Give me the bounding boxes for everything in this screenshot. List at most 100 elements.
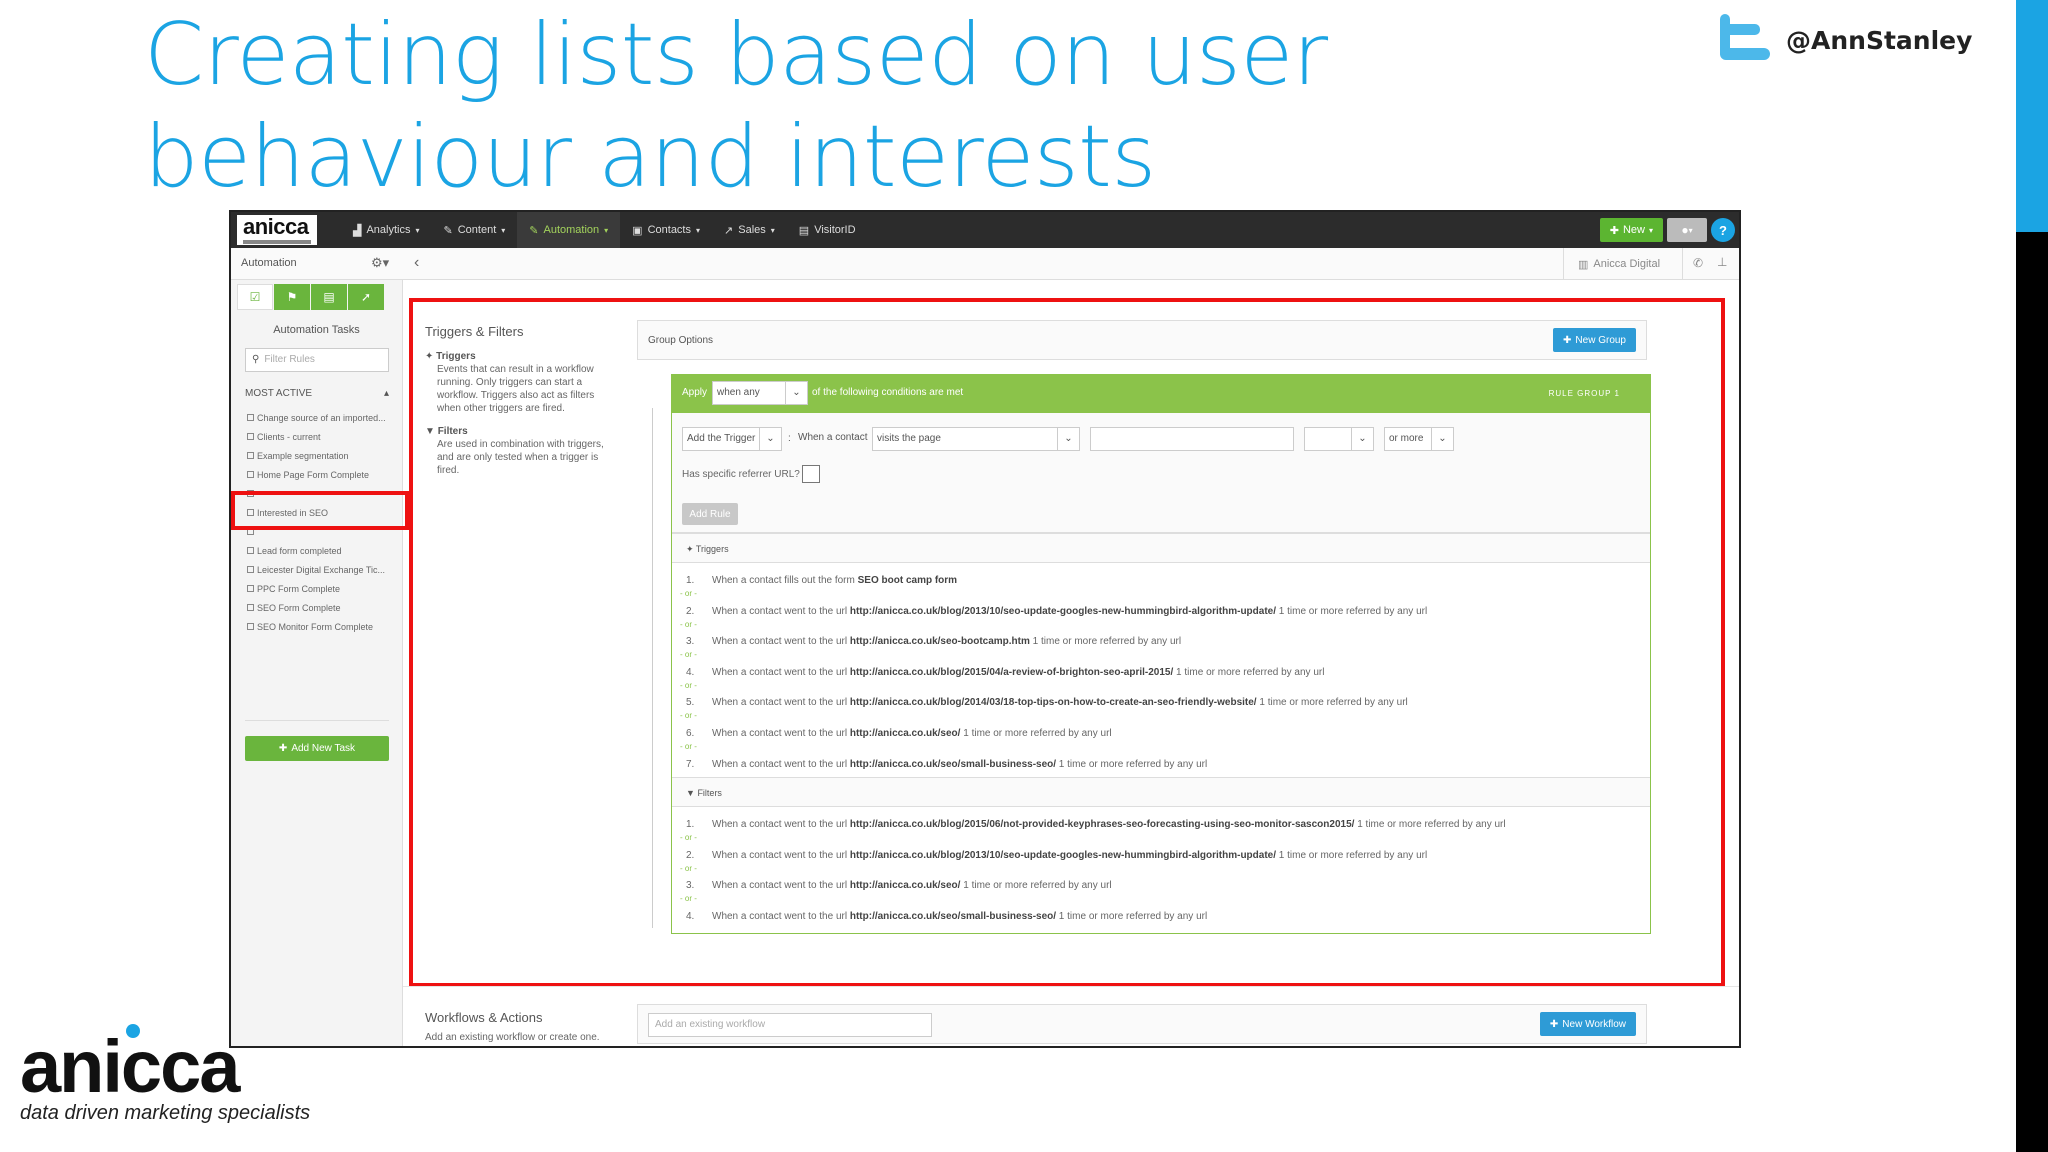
nav-contacts[interactable]: ▣ Contacts ▾ <box>620 212 712 248</box>
app-logo-text: anicca <box>243 214 309 239</box>
logo-dot <box>126 1024 140 1038</box>
contact-card-icon: ▣ <box>632 224 643 237</box>
company-name: Anicca Digital <box>1593 258 1661 270</box>
sidebar-task-item[interactable]: Change source of an imported... <box>247 408 397 427</box>
sidebar-task-label: Lead form completed <box>257 545 342 556</box>
sidebar-task-item[interactable]: Home Page Form Complete <box>247 465 397 484</box>
sidebar-task-label: Change source of an imported... <box>257 412 386 423</box>
sub-bar: Automation ⚙▾ ‹ ▥ Anicca Digital ✆ ⊥ <box>231 248 1739 280</box>
sidebar-task-item[interactable]: Lead form completed <box>247 541 397 560</box>
sidebar-task-label: Clients - current <box>257 431 321 442</box>
highlight-box-sidebar <box>231 491 409 530</box>
sidebar-tabs: ☑ ⚑ ▤ ➚ <box>237 284 384 310</box>
tab-flags[interactable]: ⚑ <box>274 284 310 310</box>
nav-label: Analytics <box>366 224 411 236</box>
rocket-icon: ➚ <box>360 290 372 304</box>
slide-edge-bar <box>2016 232 2048 1152</box>
slide-accent-bar <box>2016 0 2048 232</box>
sidebar-task-item[interactable]: Example segmentation <box>247 446 397 465</box>
nav-content[interactable]: ✎ Content ▾ <box>432 212 518 248</box>
task-icon <box>247 452 254 459</box>
question-icon: ? <box>1719 222 1727 238</box>
search-icon: ⚲ <box>252 354 260 365</box>
sidebar-task-label: Leicester Digital Exchange Tic... <box>257 564 386 575</box>
filter-placeholder: Filter Rules <box>264 354 315 365</box>
gear-icon[interactable]: ⚙▾ <box>371 255 389 271</box>
checklist-icon: ☑ <box>249 290 261 304</box>
sidebar-task-item[interactable]: Clients - current <box>247 427 397 446</box>
filter-rules-input[interactable]: ⚲ Filter Rules <box>245 348 389 372</box>
plus-icon: ✚ <box>1609 224 1619 237</box>
nav-automation[interactable]: ✎ Automation ▾ <box>517 212 621 248</box>
building-icon: ▤ <box>798 224 810 237</box>
task-icon <box>247 604 254 611</box>
phone-icon[interactable]: ✆ <box>1693 256 1703 270</box>
chevron-left-icon[interactable]: ‹ <box>414 254 419 272</box>
wand-icon: ✎ <box>529 224 539 237</box>
add-new-task-button[interactable]: ✚ Add New Task <box>245 736 389 761</box>
nav-analytics[interactable]: ▟ Analytics ▾ <box>341 212 432 248</box>
divider <box>403 986 1739 987</box>
sidebar-task-label: PPC Form Complete <box>257 583 341 594</box>
plus-icon: ✚ <box>1549 1018 1559 1030</box>
sidebar-task-item[interactable]: Leicester Digital Exchange Tic... <box>247 560 397 579</box>
building-icon: ▥ <box>1578 258 1589 271</box>
slide: Creating lists based on user behaviour a… <box>0 0 2048 1152</box>
nav-label: Sales <box>738 224 766 236</box>
caret-down-icon: ▾ <box>696 225 701 235</box>
tab-tasks[interactable]: ☑ <box>237 284 273 310</box>
nav-label: Contacts <box>647 224 691 236</box>
task-icon <box>247 566 254 573</box>
nav-label: Automation <box>543 224 600 236</box>
tab-launch[interactable]: ➚ <box>348 284 384 310</box>
flag-icon: ⚑ <box>286 290 298 304</box>
task-icon <box>247 623 254 630</box>
caret-down-icon: ▾ <box>770 225 775 235</box>
task-icon <box>247 433 254 440</box>
caret-down-icon: ▾ <box>501 225 506 235</box>
footer-logo-word: anicca <box>20 1025 240 1108</box>
nav-label: VisitorID <box>814 224 856 236</box>
caret-up-icon: ▴ <box>383 388 389 399</box>
caret-down-icon: ▾ <box>415 225 420 235</box>
sidebar-task-item[interactable]: SEO Monitor Form Complete <box>247 617 397 636</box>
help-button[interactable]: ? <box>1711 218 1735 242</box>
app-logo[interactable]: anicca <box>237 215 317 245</box>
new-workflow-button[interactable]: ✚ New Workflow <box>1539 1012 1636 1036</box>
app-screenshot: anicca ▟ Analytics ▾ ✎ Content ▾ ✎ Automation… <box>229 210 1741 1048</box>
most-active-label: MOST ACTIVE <box>245 388 313 399</box>
top-nav: anicca ▟ Analytics ▾ ✎ Content ▾ ✎ Automation… <box>231 212 1739 248</box>
nav-visitorid[interactable]: ▤ VisitorID <box>787 212 868 248</box>
workflows-subheading: Add an existing workflow or create one. <box>425 1032 600 1043</box>
pencil-icon: ✎ <box>443 224 453 237</box>
most-active-header[interactable]: MOST ACTIVE ▴ <box>245 388 389 399</box>
new-workflow-label: New Workflow <box>1562 1018 1626 1030</box>
slide-title: Creating lists based on user behaviour a… <box>144 5 1328 207</box>
twitter-bird-icon <box>1720 14 1770 60</box>
task-icon <box>247 414 254 421</box>
task-icon <box>247 471 254 478</box>
task-icon <box>247 585 254 592</box>
sidebar-task-item[interactable]: PPC Form Complete <box>247 579 397 598</box>
tab-cards[interactable]: ▤ <box>311 284 347 310</box>
sidebar-task-item[interactable]: SEO Form Complete <box>247 598 397 617</box>
pin-icon[interactable]: ⊥ <box>1717 255 1727 269</box>
workflow-input[interactable]: Add an existing workflow <box>648 1013 932 1037</box>
caret-down-icon: ▾ <box>1648 225 1653 235</box>
caret-down-icon: ▾ <box>604 225 609 235</box>
section-title: Automation <box>241 257 297 269</box>
twitter-handle: @AnnStanley <box>1786 25 1973 55</box>
nav-sales[interactable]: ↗ Sales ▾ <box>712 212 787 248</box>
plus-icon: ✚ <box>278 743 288 754</box>
sidebar-task-label: SEO Monitor Form Complete <box>257 621 374 632</box>
user-menu-button[interactable]: ● ▾ <box>1667 218 1707 242</box>
divider <box>245 720 389 721</box>
trend-icon: ↗ <box>724 224 734 237</box>
company-selector[interactable]: ▥ Anicca Digital <box>1563 248 1683 280</box>
workflow-bar: Add an existing workflow ✚ New Workflow <box>637 1004 1647 1044</box>
new-button[interactable]: ✚ New ▾ <box>1599 218 1663 242</box>
footer-logo: anicca data driven marketing specialists <box>20 1024 310 1125</box>
user-icon: ● <box>1681 223 1689 237</box>
add-task-label: Add New Task <box>291 743 356 754</box>
workflows-heading: Workflows & Actions <box>425 1010 543 1025</box>
